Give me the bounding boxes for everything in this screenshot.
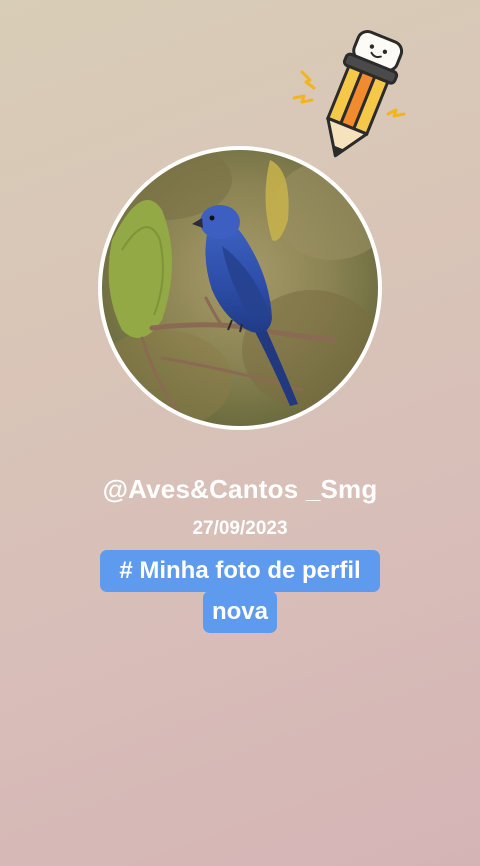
status-caption-line-1: # Minha foto de perfil (100, 550, 380, 592)
status-caption-line-2: nova (203, 591, 277, 633)
profile-photo-blue-bird[interactable] (102, 150, 378, 426)
pencil-sticker-icon (288, 22, 414, 172)
post-date: 27/09/2023 (192, 518, 288, 539)
profile-username: @Aves&Cantos _Smg (102, 474, 378, 504)
profile-photo-frame (98, 146, 382, 430)
status-screen[interactable]: @Aves&Cantos _Smg 27/09/2023 # Minha fot… (0, 0, 480, 866)
